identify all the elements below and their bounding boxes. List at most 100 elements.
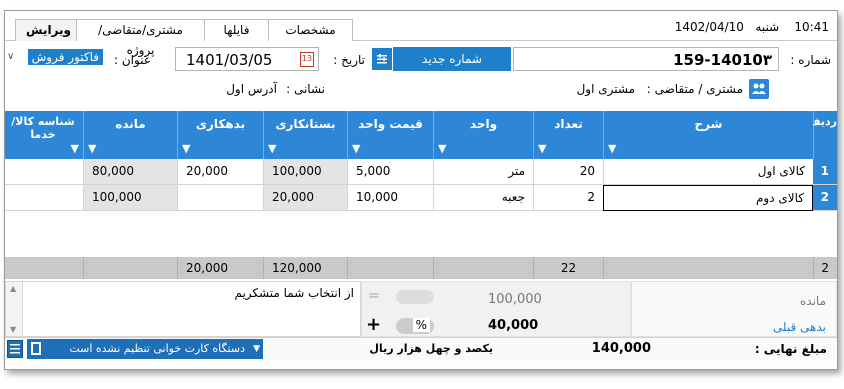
row-number[interactable]: 2 [813, 185, 837, 211]
address-value: آدرس اول [226, 82, 277, 96]
cell-quantity[interactable]: 20 [533, 159, 603, 185]
col-header-credit[interactable]: بستانکاری ▼ [263, 111, 347, 159]
cell-balance: 100,000 [83, 185, 177, 211]
scroll-down-icon[interactable]: ▼ [10, 325, 16, 334]
calendar-icon[interactable]: 13 [300, 52, 314, 67]
cell-item-code[interactable] [5, 185, 83, 211]
sum-unit-price [347, 257, 433, 279]
invoice-window: 10:41 شنبه 1402/04/10 ویرایش مشتری/متقاض… [4, 10, 838, 370]
cell-debit[interactable]: 20,000 [177, 159, 263, 185]
col-header-unit-price[interactable]: قیمت واحد ▼ [347, 111, 433, 159]
note-text: از انتخاب شما متشکریم [234, 286, 354, 300]
number-label: شماره : [790, 53, 831, 67]
footer-bar: مبلغ نهایی : 140,000 یکصد و چهل هزار ریا… [5, 337, 837, 361]
col-header-balance[interactable]: مانده ▼ [83, 111, 177, 159]
amounts-box: 100,000 40,000 = % + [361, 281, 631, 337]
title-value: فاکتور فروش [27, 49, 103, 65]
number-value: 14010٣-159 [673, 51, 772, 69]
summary-panel: مانده بدهی قبلی 100,000 40,000 = % + از … [5, 281, 837, 337]
filter-icon[interactable]: ▼ [352, 142, 360, 155]
sum-unit [433, 257, 533, 279]
cell-credit: 20,000 [263, 185, 347, 211]
cell-unit[interactable]: متر [433, 159, 533, 185]
filter-icon[interactable]: ▼ [182, 142, 190, 155]
date-field[interactable]: 13 1401/03/05 [175, 47, 319, 71]
title-select[interactable]: فاکتور فروش ∨ [5, 47, 103, 71]
filter-icon[interactable]: ▼ [538, 142, 546, 155]
sum-credit: 120,000 [263, 257, 347, 279]
final-amount-value: 140,000 [591, 341, 651, 356]
cell-unit-price[interactable]: 5,000 [347, 159, 433, 185]
cell-item-code[interactable] [5, 159, 83, 185]
percent-sign: % [412, 318, 430, 332]
tab-strip: ویرایش مشتری/متقاضی/پروژه فایلها مشخصات [15, 19, 353, 57]
new-number-button[interactable]: شماره جدید [393, 47, 511, 71]
cell-quantity[interactable]: 2 [533, 185, 603, 211]
cell-unit[interactable]: جعبه [433, 185, 533, 211]
equals-toggle[interactable] [396, 290, 434, 304]
invoice-items-grid: ردیف شرح ▼ تعداد ▼ واحد ▼ قیمت واحد ▼ بستانک… [5, 111, 837, 279]
card-reader-text: دستگاه کارت خوانی تنظیم نشده است [69, 342, 245, 355]
number-field[interactable]: 14010٣-159 [513, 47, 779, 71]
chevron-down-icon[interactable]: ∨ [7, 51, 14, 62]
settings-sliders-icon[interactable] [372, 48, 392, 70]
previous-debt-link[interactable]: بدهی قبلی [773, 320, 826, 334]
sum-debit: 20,000 [177, 257, 263, 279]
equals-sign: = [368, 288, 380, 304]
keyboard-icon[interactable] [7, 340, 23, 358]
note-area[interactable]: از انتخاب شما متشکریم [21, 281, 361, 337]
amount-1: 100,000 [488, 292, 542, 307]
filter-icon[interactable]: ▼ [268, 142, 276, 155]
note-scrollbar[interactable]: ▲ ▼ [5, 281, 23, 337]
col-header-unit[interactable]: واحد ▼ [433, 111, 533, 159]
date-label: تاریخ : [333, 53, 365, 67]
plus-button[interactable]: + [366, 314, 381, 335]
col-header-row-number: ردیف [808, 111, 837, 159]
title-label: عنوان : [114, 53, 151, 67]
filter-icon[interactable]: ▼ [71, 142, 79, 155]
final-amount-label: مبلغ نهایی : [754, 342, 827, 356]
customer-icon[interactable] [749, 79, 769, 99]
tab-bar: 10:41 شنبه 1402/04/10 ویرایش مشتری/متقاض… [5, 11, 837, 57]
filter-icon[interactable]: ▼ [88, 142, 96, 155]
customer-label: مشتری / متقاضی : [646, 82, 743, 96]
cell-unit-price[interactable]: 10,000 [347, 185, 433, 211]
sum-balance [83, 257, 177, 279]
customer-value: مشتری اول [576, 82, 635, 96]
address-label: نشانی : [286, 82, 325, 96]
sum-row-count: 2 [813, 257, 837, 279]
col-header-debit[interactable]: بدهکاری ▼ [177, 111, 263, 159]
current-date: 1402/04/10 [674, 20, 744, 34]
amount-2: 40,000 [488, 318, 539, 333]
tab-files[interactable]: فایلها [205, 19, 269, 41]
tab-edit[interactable]: ویرایش [15, 19, 77, 41]
tab-customer-project[interactable]: مشتری/متقاضی/پروژه [77, 19, 205, 57]
cell-balance: 80,000 [83, 159, 177, 185]
filter-icon[interactable]: ▼ [438, 142, 446, 155]
chevron-down-icon[interactable]: ▼ [253, 339, 260, 359]
scroll-up-icon[interactable]: ▲ [10, 284, 16, 293]
remaining-label: مانده [799, 294, 826, 308]
tab-details[interactable]: مشخصات [269, 19, 353, 41]
col-header-item-code[interactable]: شناسه کالا/خدما ▼ [5, 111, 83, 159]
col-header-description[interactable]: شرح ▼ [603, 111, 813, 159]
cell-description[interactable]: کالای دوم [603, 185, 813, 211]
col-header-quantity[interactable]: تعداد ▼ [533, 111, 603, 159]
cell-debit[interactable] [177, 185, 263, 211]
filter-icon[interactable]: ▼ [608, 142, 616, 155]
percent-toggle[interactable]: % [396, 318, 434, 334]
date-value: 1401/03/05 [186, 51, 273, 69]
datetime-display: 10:41 شنبه 1402/04/10 [675, 20, 829, 34]
cell-credit: 100,000 [263, 159, 347, 185]
sum-quantity: 22 [533, 257, 603, 279]
cell-description[interactable]: کالای اول [603, 159, 813, 185]
sum-item-code [5, 257, 83, 279]
row-number[interactable]: 1 [813, 159, 837, 185]
clock-time: 10:41 [794, 20, 829, 34]
sum-description [603, 257, 813, 279]
card-reader-icon [31, 342, 41, 355]
summary-left-box: مانده بدهی قبلی [631, 281, 837, 337]
card-reader-status[interactable]: ▼ دستگاه کارت خوانی تنظیم نشده است [27, 339, 263, 359]
day-name: شنبه [755, 20, 780, 34]
amount-in-words: یکصد و چهل هزار ریال [369, 342, 493, 355]
